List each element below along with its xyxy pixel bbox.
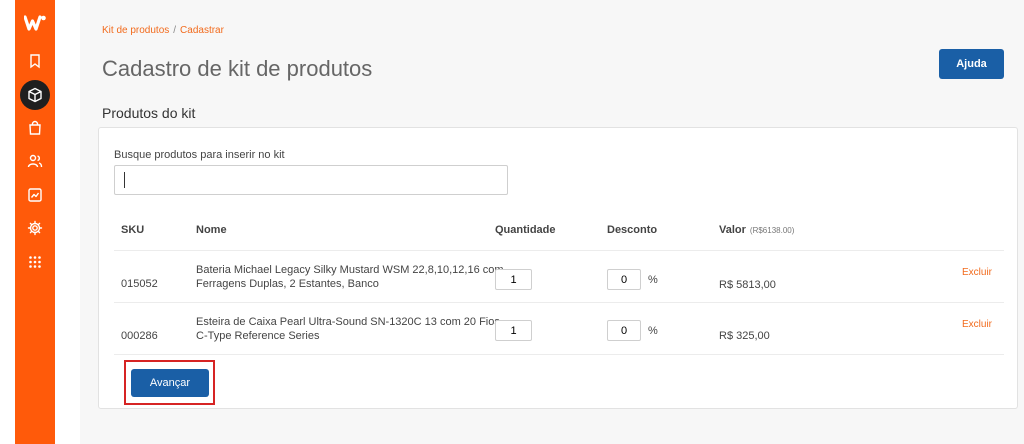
bookmark-icon [30,54,40,69]
row2-discount-input[interactable] [607,320,641,341]
breadcrumb-current[interactable]: Cadastrar [180,25,224,36]
breadcrumb-kit-link[interactable]: Kit de produtos [102,25,169,36]
header-discount: Desconto [607,224,658,236]
section-title: Produtos do kit [102,105,196,121]
breadcrumb-separator: / [173,25,177,36]
row-divider [114,354,1004,355]
row1-sku: 015052 [121,278,158,290]
text-caret [124,172,125,188]
header-name: Nome [196,224,227,236]
box-icon [28,87,42,103]
sidebar-item-bookmark[interactable] [20,46,50,76]
search-label: Busque produtos para inserir no kit [114,149,285,161]
sidebar-item-customers[interactable] [20,146,50,176]
sidebar-item-settings[interactable] [20,213,50,243]
row1-value: R$ 5813,00 [719,279,776,291]
row1-percent-sign: % [648,274,658,286]
row2-sku: 000286 [121,330,158,342]
page-title: Cadastro de kit de produtos [102,56,373,81]
row1-quantity-input[interactable] [495,269,532,290]
gear-icon [27,220,43,236]
sidebar-item-reports[interactable] [20,180,50,210]
logo-icon[interactable] [24,14,46,32]
row1-discount-input[interactable] [607,269,641,290]
product-search-input[interactable] [114,165,508,195]
sidebar-item-orders[interactable] [20,113,50,143]
row2-name-line1: Esteira de Caixa Pearl Ultra-Sound SN-13… [196,316,500,328]
shopping-bag-icon [29,120,41,135]
users-icon [27,154,43,168]
sidebar [15,0,55,444]
apps-grid-icon [29,256,41,268]
sidebar-item-products[interactable] [20,80,50,110]
header-value-label: Valor [719,224,746,236]
row2-delete-link[interactable]: Excluir [962,319,992,330]
row2-name-line2: C-Type Reference Series [196,330,320,342]
header-value-total: (R$6138.00) [749,226,795,235]
header-value: Valor (R$6138.00) [719,224,794,236]
chart-icon [28,188,42,202]
help-button[interactable]: Ajuda [939,49,1004,79]
row2-quantity-input[interactable] [495,320,532,341]
main-content: Kit de produtos / Cadastrar Cadastro de ki… [80,0,1024,444]
row1-name-line2: Ferragens Duplas, 2 Estantes, Banco [196,278,379,290]
row-divider [114,302,1004,303]
header-quantity: Quantidade [495,224,556,236]
header-sku: SKU [121,224,145,236]
next-button[interactable]: Avançar [131,369,209,397]
row-divider [114,250,1004,251]
row2-percent-sign: % [648,325,658,337]
row1-delete-link[interactable]: Excluir [962,267,992,278]
breadcrumb: Kit de produtos / Cadastrar [102,25,224,36]
row1-name-line1: Bateria Michael Legacy Silky Mustard WSM… [196,264,504,276]
sidebar-item-apps[interactable] [20,247,50,277]
row2-value: R$ 325,00 [719,330,770,342]
kit-products-card: Busque produtos para inserir no kit SKU … [98,127,1018,409]
